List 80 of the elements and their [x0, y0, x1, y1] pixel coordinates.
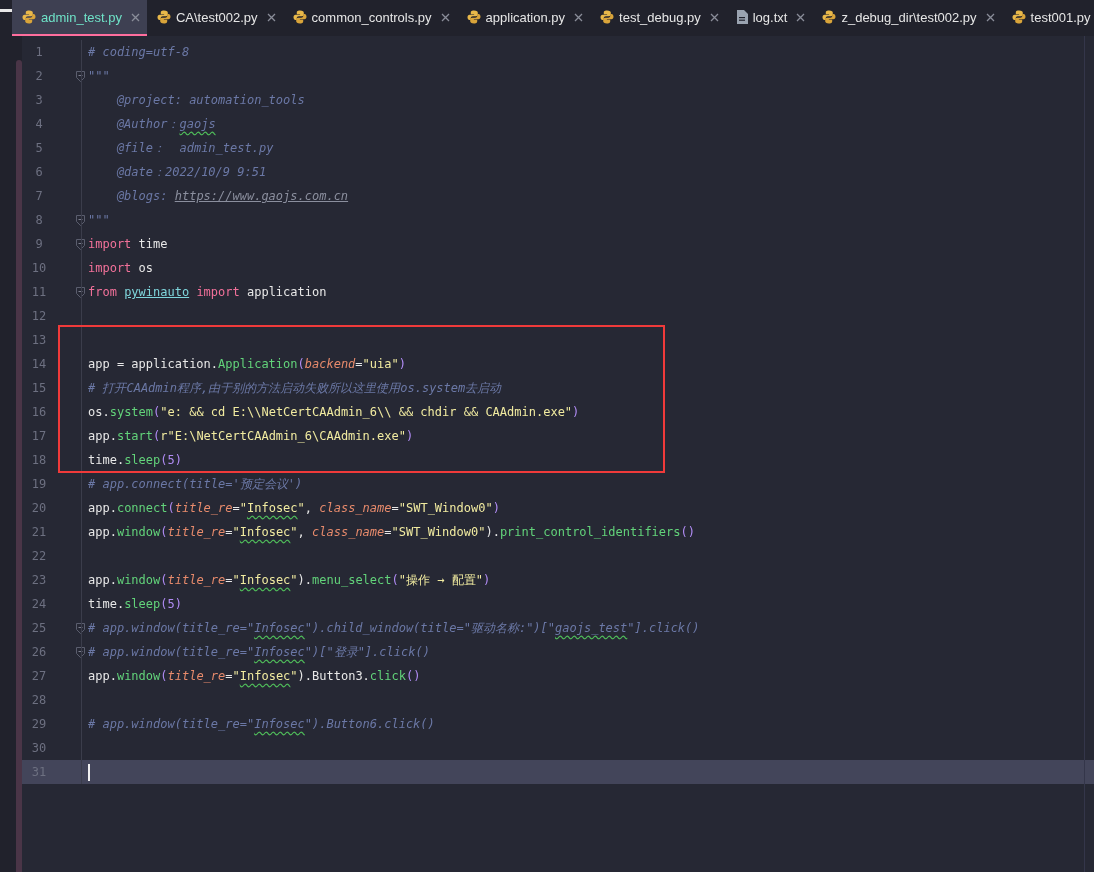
- line-number: 25: [30, 621, 48, 635]
- document-icon: [735, 10, 748, 24]
- close-icon[interactable]: [574, 12, 584, 22]
- code-line: # app.window(title_re="Infosec").Button6.click(): [88, 717, 435, 731]
- file-tab[interactable]: test_debug.py: [590, 0, 726, 36]
- close-icon[interactable]: [440, 12, 450, 22]
- close-icon[interactable]: [266, 12, 276, 22]
- line-number: 16: [30, 405, 48, 419]
- line-number: 7: [34, 189, 44, 203]
- code-line: import os: [88, 261, 154, 275]
- line-number: 26: [30, 645, 48, 659]
- line-number: 23: [30, 573, 48, 587]
- python-icon: [156, 10, 171, 24]
- line-number: 9: [34, 237, 44, 251]
- python-icon: [600, 10, 615, 24]
- code-line: app.start(r"E:\NetCertCAAdmin_6\CAAdmin.exe"): [88, 429, 414, 443]
- file-tab[interactable]: test001.py: [1001, 0, 1094, 36]
- line-number: 19: [30, 477, 48, 491]
- code-line: app.connect(title_re="Infosec", class_name="SWT_Window0"): [88, 501, 500, 515]
- python-icon: [292, 10, 307, 24]
- python-icon: [1011, 10, 1026, 24]
- python-icon: [22, 10, 36, 24]
- code-line: app.window(title_re="Infosec").menu_select("操作 → 配置"): [88, 571, 491, 589]
- line-number: 28: [30, 693, 48, 707]
- line-number: 3: [34, 93, 44, 107]
- code-line: """: [88, 213, 110, 227]
- line-number: 2: [34, 69, 44, 83]
- code-line: # 打开CAAdmin程序,由于别的方法启动失败所以这里使用os.system去启动: [88, 379, 502, 397]
- line-number: 8: [34, 213, 44, 227]
- file-tab[interactable]: log.txt: [725, 0, 813, 36]
- line-number: 11: [30, 285, 48, 299]
- code-line: @blogs: https://www.gaojs.com.cn: [115, 189, 349, 203]
- python-icon: [822, 10, 837, 24]
- code-line: @date：2022/10/9 9:51: [115, 163, 267, 181]
- line-number: 27: [30, 669, 48, 683]
- minimize-icon[interactable]: [0, 9, 12, 13]
- code-line: time.sleep(5): [88, 597, 182, 611]
- code-line: @file： admin_test.py: [115, 139, 274, 157]
- line-number: 15: [30, 381, 48, 395]
- line-number: 17: [30, 429, 48, 443]
- line-number: 18: [30, 453, 48, 467]
- line-number: 30: [30, 741, 48, 755]
- code-line: # app.connect(title='预定会议'): [88, 475, 303, 493]
- code-line: @project: automation_tools: [115, 93, 305, 107]
- code-line: # app.window(title_re="Infosec").child_window(title="驱动名称:")["gaojs_test"].click(): [88, 619, 700, 637]
- line-number: 4: [34, 117, 44, 131]
- close-icon[interactable]: [985, 12, 995, 22]
- line-number: 10: [30, 261, 48, 275]
- code-line: app.window(title_re="Infosec", class_name="SWT_Window0").print_control_identifiers(): [88, 525, 695, 539]
- code-line: # app.window(title_re="Infosec")["登录"].click(): [88, 643, 430, 661]
- file-tab[interactable]: application.py: [456, 0, 591, 36]
- line-number: 14: [30, 357, 48, 371]
- code-line: time.sleep(5): [88, 453, 182, 467]
- text-cursor: [88, 763, 90, 781]
- line-number: 12: [30, 309, 48, 323]
- line-number: 29: [30, 717, 48, 731]
- file-tab[interactable]: CA\test002.py: [146, 0, 283, 36]
- line-number: 5: [34, 141, 44, 155]
- close-icon[interactable]: [709, 12, 719, 22]
- line-number: 13: [30, 333, 48, 347]
- code-line: app = application.Application(backend="uia"): [88, 357, 406, 371]
- line-number: 21: [30, 525, 48, 539]
- python-icon: [466, 10, 481, 24]
- close-icon[interactable]: [130, 12, 140, 22]
- code-line: # coding=utf-8: [88, 45, 190, 59]
- file-tab[interactable]: z_debug_dir\test002.py: [812, 0, 1002, 36]
- close-icon[interactable]: [796, 12, 806, 22]
- code-line: app.window(title_re="Infosec").Button3.click(): [88, 669, 421, 683]
- code-line: """: [88, 69, 110, 83]
- code-line: os.system("e: && cd E:\\NetCertCAAdmin_6\\ && chdir && CAAdmin.exe"): [88, 405, 580, 419]
- code-line: @Author：gaojs: [115, 115, 216, 133]
- line-number: 6: [34, 165, 44, 179]
- code-line: import time: [88, 237, 168, 251]
- file-tab[interactable]: admin_test.py: [12, 0, 147, 36]
- line-number: 1: [34, 45, 44, 59]
- code-line: from pywinauto import application: [88, 285, 327, 299]
- line-number: 20: [30, 501, 48, 515]
- line-number: 22: [30, 549, 48, 563]
- file-tab[interactable]: common_controls.py: [282, 0, 457, 36]
- line-number: 24: [30, 597, 48, 611]
